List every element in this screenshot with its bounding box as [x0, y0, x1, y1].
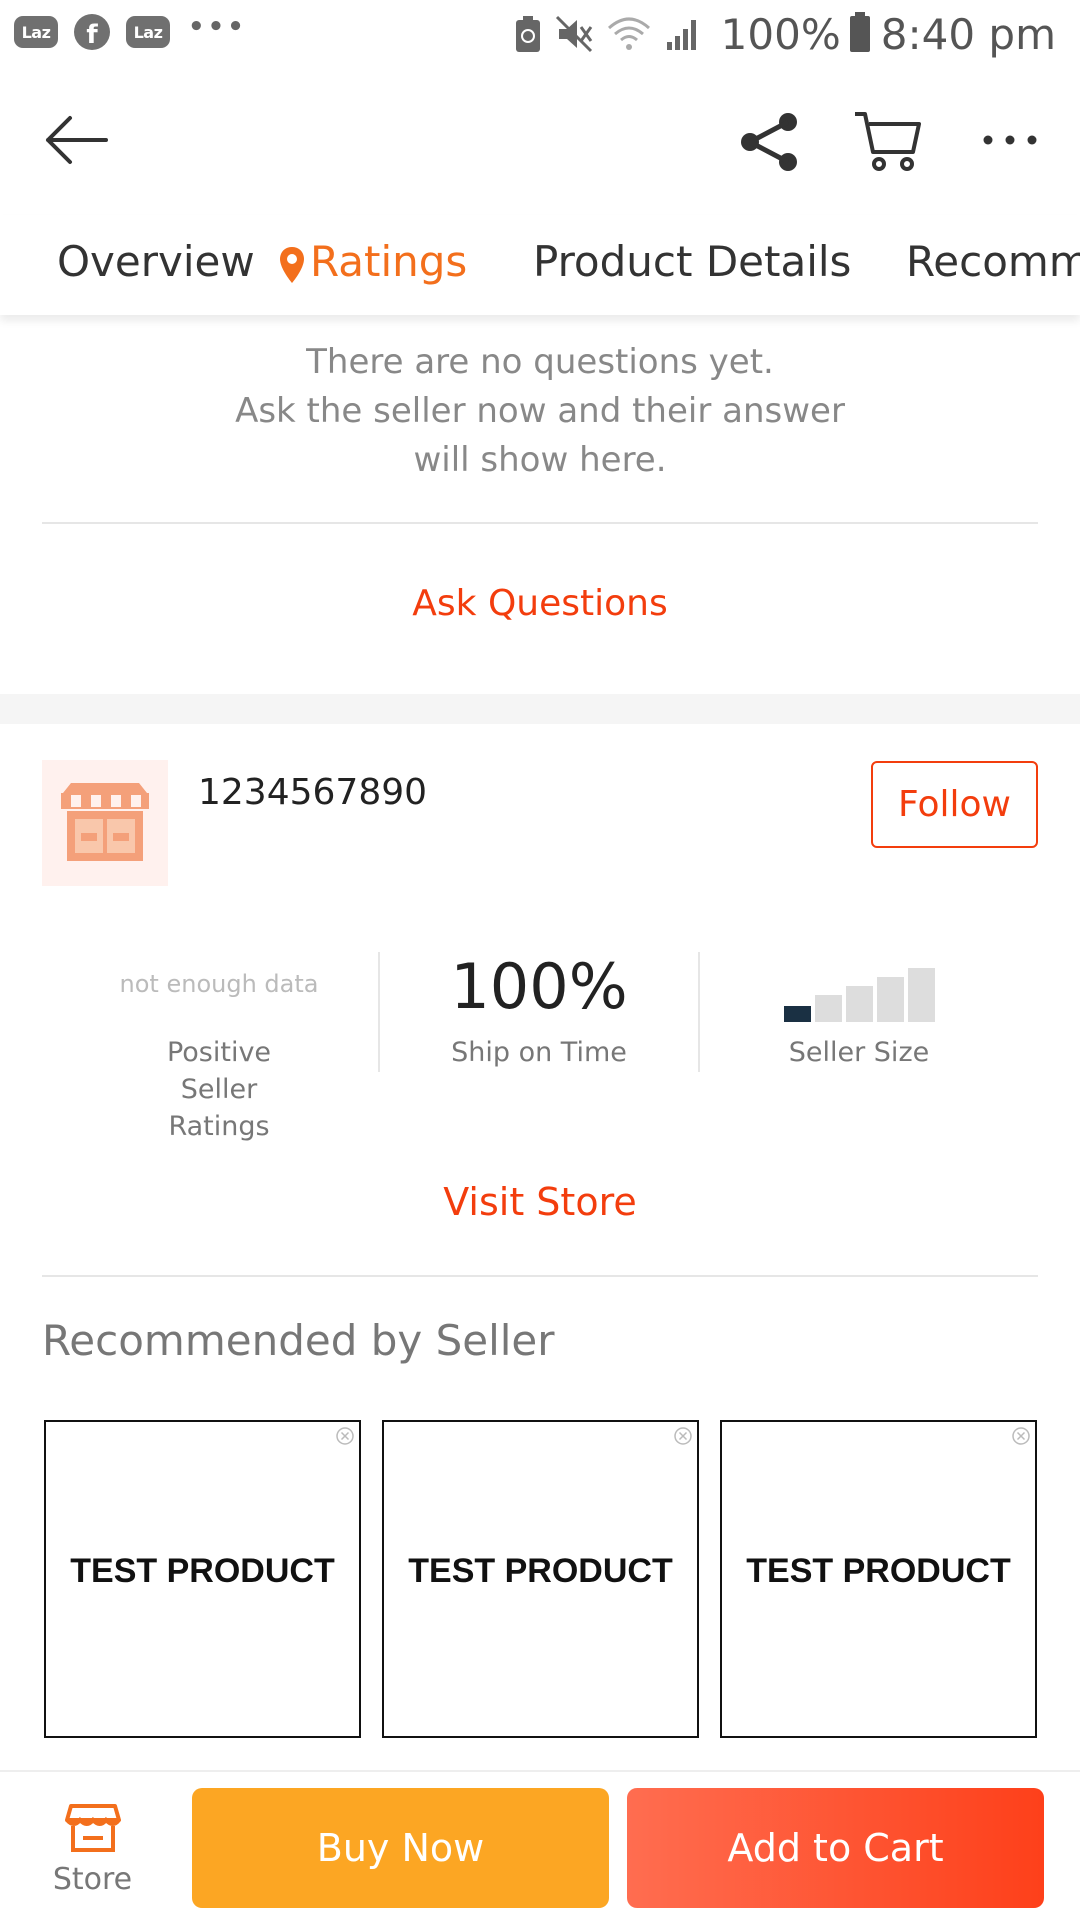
notification-icons: Laz f Laz ••• [14, 12, 247, 52]
seller-size-bar [907, 968, 935, 1022]
product-name: TEST PRODUCT [70, 1552, 335, 1590]
product-name: TEST PRODUCT [408, 1552, 673, 1590]
store-logo[interactable] [42, 760, 168, 886]
back-arrow-icon[interactable] [40, 110, 112, 170]
close-icon[interactable] [1011, 1426, 1031, 1446]
product-card[interactable]: TEST PRODUCT [382, 1420, 699, 1738]
lazada-notification-icon: Laz [126, 12, 170, 52]
recycle-icon [515, 14, 541, 54]
ship-on-time-value: 100% [450, 950, 628, 1023]
storefront-icon [64, 1804, 121, 1852]
location-pin-icon [280, 246, 304, 283]
battery-icon [849, 12, 871, 56]
seller-size-bars [699, 950, 1019, 1024]
tab-product-details[interactable]: Product Details [533, 237, 851, 286]
seller-size-bar [814, 995, 842, 1022]
app-bar [0, 70, 1080, 215]
cart-icon[interactable] [853, 108, 923, 174]
section-gap [0, 694, 1080, 724]
positive-seller-ratings: not enough data Positive Seller Ratings [59, 950, 379, 1145]
mute-icon [555, 15, 593, 53]
seller-size-bar [845, 986, 873, 1022]
status-bar: Laz f Laz ••• 100% 8:40 pm [0, 0, 1080, 70]
buy-now-button[interactable]: Buy Now [192, 1788, 609, 1908]
no-questions-line: will show here. [413, 440, 667, 480]
bottom-action-bar: Store Buy Now Add to Cart [0, 1770, 1080, 1920]
store-tab[interactable]: Store [30, 1802, 155, 1897]
tab-recommended[interactable]: Recomm [906, 237, 1080, 286]
close-icon[interactable] [335, 1426, 355, 1446]
wifi-icon [607, 16, 651, 52]
store-label: Store [52, 1862, 133, 1897]
tab-ratings[interactable]: Ratings [278, 237, 467, 286]
more-notifications-icon: ••• [188, 12, 247, 42]
visit-store-link[interactable]: Visit Store [0, 1180, 1080, 1224]
section-tabs: Overview Ratings Product Details Recomm [0, 215, 1080, 315]
seller-name[interactable]: 1234567890 [198, 772, 427, 813]
no-questions-line: Ask the seller now and their answer [235, 391, 845, 431]
store-icon [61, 783, 149, 861]
close-icon[interactable] [673, 1426, 693, 1446]
seller-size-label: Seller Size [788, 1037, 930, 1068]
ask-questions-link[interactable]: Ask Questions [0, 583, 1080, 624]
add-to-cart-button[interactable]: Add to Cart [627, 1788, 1044, 1908]
seller-size-bar [876, 977, 904, 1022]
share-icon[interactable] [738, 110, 802, 174]
seller-size: Seller Size [699, 950, 1019, 1071]
product-card[interactable]: TEST PRODUCT [44, 1420, 361, 1738]
tab-ratings-label: Ratings [310, 237, 468, 286]
clock: 8:40 pm [880, 9, 1056, 59]
recommended-title: Recommended by Seller [42, 1316, 555, 1365]
facebook-notification-icon: f [70, 12, 114, 52]
ship-on-time: 100% Ship on Time [379, 950, 699, 1071]
ship-on-time-label: Ship on Time [451, 1037, 627, 1068]
more-options-icon[interactable] [980, 130, 1040, 150]
no-questions-message: There are no questions yet. Ask the sell… [0, 338, 1080, 485]
signal-icon [665, 16, 701, 52]
seller-size-bar [783, 1006, 811, 1022]
no-questions-line: There are no questions yet. [306, 342, 774, 382]
product-name: TEST PRODUCT [746, 1552, 1011, 1590]
divider [42, 522, 1038, 524]
divider [42, 1275, 1038, 1277]
lazada-notification-icon: Laz [14, 12, 58, 52]
follow-button[interactable]: Follow [871, 761, 1038, 848]
positive-ratings-label: Positive Seller Ratings [166, 1037, 272, 1142]
battery-percent: 100% [720, 9, 841, 59]
tab-overview[interactable]: Overview [57, 237, 255, 286]
system-icons: 100% 8:40 pm [515, 4, 1056, 64]
product-card[interactable]: TEST PRODUCT [720, 1420, 1037, 1738]
product-page: Laz f Laz ••• 100% 8:40 pm Overview Rati… [0, 0, 1080, 1920]
positive-ratings-value: not enough data [119, 970, 319, 998]
